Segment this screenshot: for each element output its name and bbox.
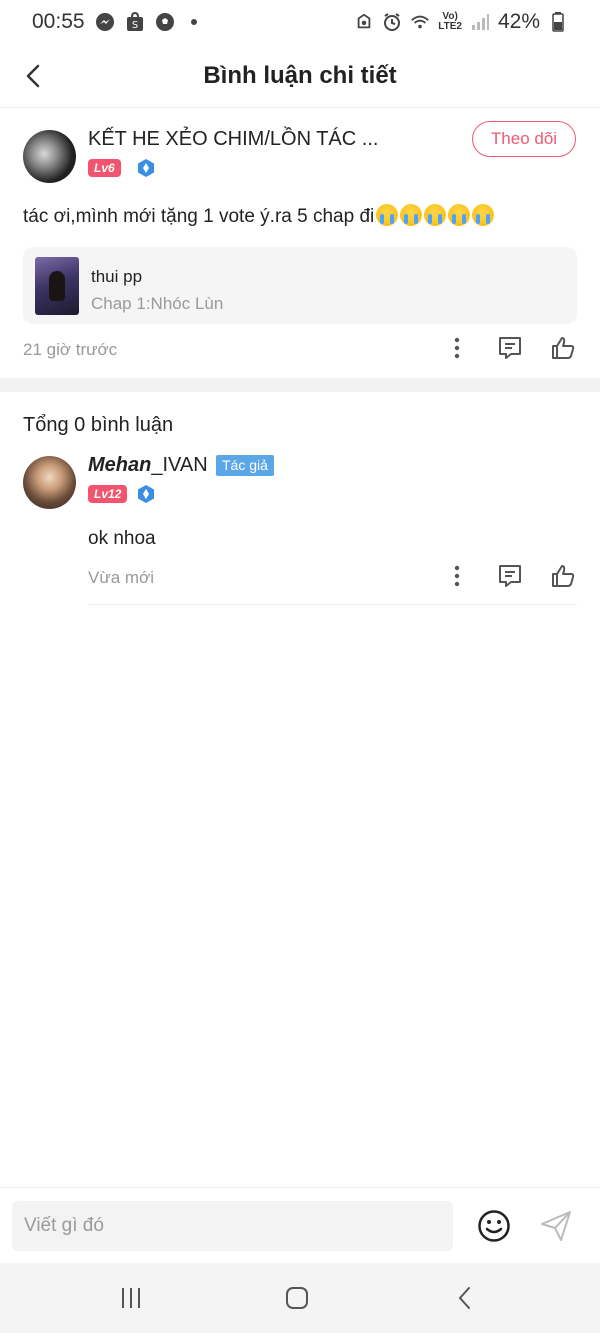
reply-timestamp: Vừa mới: [88, 568, 154, 587]
battery-icon: [548, 12, 568, 32]
page-title: Bình luận chi tiết: [203, 62, 397, 89]
crying-emoji-icon: [472, 204, 495, 226]
battery-percent: 42%: [497, 10, 540, 33]
shopee-icon: S: [125, 12, 145, 32]
main-comment: KẾT HE XẺO CHIM/LỒN TÁC ... Lv6 Theo dõi…: [0, 108, 600, 378]
alarm-icon: [382, 12, 402, 32]
avatar[interactable]: [23, 130, 76, 183]
smiley-icon: [478, 1210, 510, 1242]
more-options-button[interactable]: [443, 334, 471, 362]
reply-meta: Vừa mới: [88, 562, 577, 592]
send-button[interactable]: [538, 1208, 574, 1244]
recent-apps-button[interactable]: [116, 1283, 146, 1313]
comment-timestamp: 21 giờ trước: [23, 340, 118, 359]
recent-apps-icon: [122, 1288, 140, 1308]
follow-button[interactable]: Theo dõi: [472, 121, 576, 157]
svg-text:S: S: [131, 20, 137, 31]
signal-icon: [470, 12, 490, 32]
chapter-subtitle: Chap 1:Nhóc Lùn: [91, 294, 224, 313]
reply-text: ok nhoa: [88, 528, 156, 549]
chapter-card[interactable]: thui pp Chap 1:Nhóc Lùn: [23, 247, 577, 324]
reply-username-bold: Mehan: [88, 454, 152, 476]
more-dots-icon: [454, 337, 460, 359]
comment-username[interactable]: KẾT HE XẺO CHIM/LỒN TÁC ...: [88, 128, 378, 151]
network-label: Vo) LTE2: [438, 11, 462, 32]
reply-username[interactable]: Mehan_IVAN: [88, 454, 208, 477]
more-dots-icon: [454, 565, 460, 587]
section-separator: [0, 378, 600, 392]
verified-badge-icon: [138, 485, 154, 503]
system-back-button[interactable]: [450, 1283, 480, 1313]
comment-meta: 21 giờ trước: [23, 334, 577, 364]
crying-emoji-icon: [376, 204, 399, 226]
chapter-thumbnail: [35, 257, 79, 315]
comment-input[interactable]: [12, 1201, 453, 1251]
crying-emoji-icon: [400, 204, 423, 226]
soccer-ball-icon: [155, 12, 175, 32]
more-options-button[interactable]: [443, 562, 471, 590]
reply-button[interactable]: [496, 334, 524, 362]
dot-icon: [190, 19, 197, 25]
home-button[interactable]: [282, 1283, 312, 1313]
comment-body: tác ơi,mình mới tặng 1 vote ý.ra 5 chap …: [23, 206, 375, 227]
home-icon: [286, 1287, 308, 1309]
avatar[interactable]: [23, 456, 76, 509]
author-tag: Tác giả: [216, 455, 274, 476]
level-badge: Lv6: [88, 159, 121, 177]
level-badge: Lv12: [88, 485, 128, 503]
messenger-icon: [95, 12, 115, 32]
reply-username-rest: _IVAN: [151, 454, 208, 476]
chapter-name: thui pp: [91, 267, 143, 286]
crying-emoji-icon: [448, 204, 471, 226]
recycle-icon: [354, 12, 374, 32]
thumbs-up-icon: [552, 565, 575, 587]
status-time: 00:55: [32, 10, 85, 33]
send-icon: [541, 1211, 571, 1241]
wifi-icon: [410, 12, 430, 32]
status-bar: 00:55 S Vo) LTE2 42%: [0, 0, 600, 44]
emoji-button[interactable]: [476, 1208, 512, 1244]
system-nav-bar: [0, 1263, 600, 1333]
reply-divider: [88, 604, 577, 605]
chevron-left-icon: [458, 1287, 470, 1309]
app-header: Bình luận chi tiết: [0, 44, 600, 108]
thumbs-up-icon: [552, 337, 575, 359]
reply-button[interactable]: [496, 562, 524, 590]
crying-emoji-icon: [424, 204, 447, 226]
total-comments-label: Tổng 0 bình luận: [23, 414, 174, 436]
verified-badge-icon: [138, 159, 154, 177]
comment-text: tác ơi,mình mới tặng 1 vote ý.ra 5 chap …: [23, 204, 495, 228]
comment-input-bar: [0, 1187, 600, 1263]
comment-icon: [499, 565, 521, 587]
like-button[interactable]: [549, 562, 577, 590]
comment-icon: [499, 337, 521, 359]
like-button[interactable]: [549, 334, 577, 362]
